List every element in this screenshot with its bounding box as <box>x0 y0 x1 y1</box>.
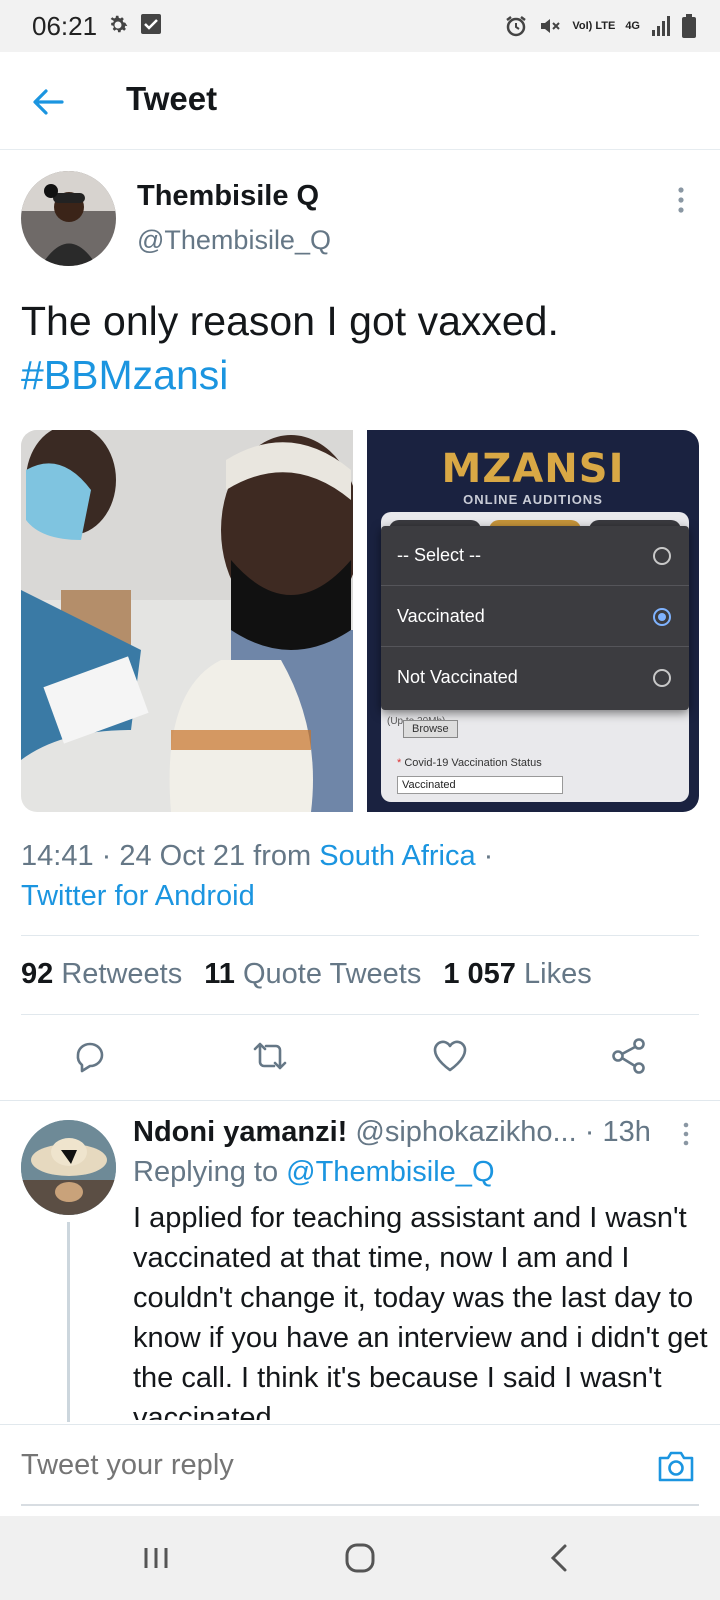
author-avatar[interactable] <box>21 171 116 266</box>
dropdown-option-selected: Vaccinated <box>381 587 689 647</box>
reply-composer <box>0 1424 720 1516</box>
retweet-button[interactable] <box>250 1036 290 1076</box>
share-icon <box>612 1038 645 1074</box>
divider <box>21 935 699 936</box>
option-label: -- Select -- <box>397 545 482 565</box>
dropdown-option: Not Vaccinated <box>381 648 689 708</box>
radio-selected-icon <box>653 608 671 626</box>
heart-icon <box>433 1040 467 1072</box>
signal-icon <box>652 16 670 36</box>
dropdown-option: -- Select -- <box>381 526 689 586</box>
hashtag-link[interactable]: #BBMzansi <box>21 348 701 402</box>
like-button[interactable] <box>430 1036 470 1076</box>
tweet-stats: 92 Retweets 11 Quote Tweets 1 057 Likes <box>21 958 592 991</box>
retweet-icon <box>253 1042 287 1070</box>
tweet-time: 14:41 <box>21 840 94 872</box>
reply-icon <box>76 1042 104 1073</box>
likes-stat[interactable]: 1 057 Likes <box>443 958 591 991</box>
reply-author-avatar[interactable] <box>21 1120 116 1215</box>
browse-button: Browse <box>403 720 458 738</box>
mzansi-subtitle: ONLINE AUDITIONS <box>463 492 603 507</box>
option-label: Vaccinated <box>397 606 485 626</box>
replying-to-handle[interactable]: @Thembisile_Q <box>286 1156 494 1188</box>
tweet-screenshot-audition-form[interactable]: MZANSI ONLINE AUDITIONS -- Select -- Vac… <box>367 430 699 812</box>
system-back-icon[interactable] <box>540 1538 580 1578</box>
tweet-photo-vaccination[interactable] <box>21 430 353 812</box>
top-app-bar: Tweet <box>0 52 720 150</box>
retweets-stat[interactable]: 92 Retweets <box>21 958 182 991</box>
tweet-text: The only reason I got vaxxed. #BBMzansi <box>21 294 701 402</box>
recent-apps-icon[interactable] <box>136 1538 176 1578</box>
share-button[interactable] <box>609 1036 649 1076</box>
location-link[interactable]: South Africa <box>319 840 475 872</box>
vaccination-status-label: * Covid-19 Vaccination Status <box>397 757 542 769</box>
network-type: 4G <box>625 19 640 32</box>
reply-input[interactable] <box>21 1449 621 1482</box>
tweet-meta: 14:41 · 24 Oct 21 from South Africa · Tw… <box>21 840 494 912</box>
reply-age: 13h <box>602 1116 651 1148</box>
reply-text: I applied for teaching assistant and I w… <box>133 1202 708 1420</box>
author-handle[interactable]: @Thembisile_Q <box>137 225 331 256</box>
settings-icon <box>110 15 128 33</box>
checkbox-notification-icon <box>141 14 161 34</box>
author-name[interactable]: Thembisile Q <box>137 180 319 213</box>
reply-author-name[interactable]: Ndoni yamanzi! <box>133 1116 347 1148</box>
reply-button[interactable] <box>70 1036 110 1076</box>
status-indicators: VoI) LTE 4G <box>504 12 696 40</box>
reply-author-handle[interactable]: @siphokazikho... <box>355 1116 576 1148</box>
home-icon[interactable] <box>340 1538 380 1578</box>
reply-header: Ndoni yamanzi! @siphokazikho... · 13h <box>133 1116 651 1148</box>
radio-unselected-icon <box>653 669 671 687</box>
radio-unselected-icon <box>653 547 671 565</box>
camera-icon[interactable] <box>657 1449 695 1483</box>
from-label: from <box>253 840 312 872</box>
composer-underline <box>21 1504 699 1506</box>
alarm-icon <box>506 16 527 37</box>
divider <box>21 1014 699 1015</box>
status-time: 06:21 <box>32 11 98 41</box>
vaccination-status-select: Vaccinated <box>397 776 563 794</box>
thread-line <box>67 1222 70 1422</box>
replying-to: Replying to @Thembisile_Q <box>133 1156 495 1188</box>
tweet-date: 24 Oct 21 <box>119 840 246 872</box>
quote-tweets-stat[interactable]: 11 Quote Tweets <box>204 958 421 991</box>
page-title: Tweet <box>126 80 218 117</box>
option-label: Not Vaccinated <box>397 667 518 687</box>
reply-more-options-icon[interactable] <box>682 1122 690 1146</box>
battery-icon <box>682 14 696 38</box>
mzansi-logo-text: MZANSI <box>441 446 625 492</box>
vaccination-dropdown: -- Select -- Vaccinated Not Vaccinated <box>381 526 689 710</box>
more-options-icon[interactable] <box>676 186 686 214</box>
back-arrow-icon[interactable] <box>30 84 66 120</box>
divider <box>0 1100 720 1101</box>
volte-indicator: VoI) LTE <box>572 19 616 32</box>
status-bar: 06:21 VoI) LTE 4G <box>0 0 720 52</box>
tweet-body: The only reason I got vaxxed. <box>21 298 559 344</box>
system-nav-bar <box>0 1516 720 1600</box>
mute-icon <box>541 19 561 33</box>
source-link[interactable]: Twitter for Android <box>21 880 255 912</box>
